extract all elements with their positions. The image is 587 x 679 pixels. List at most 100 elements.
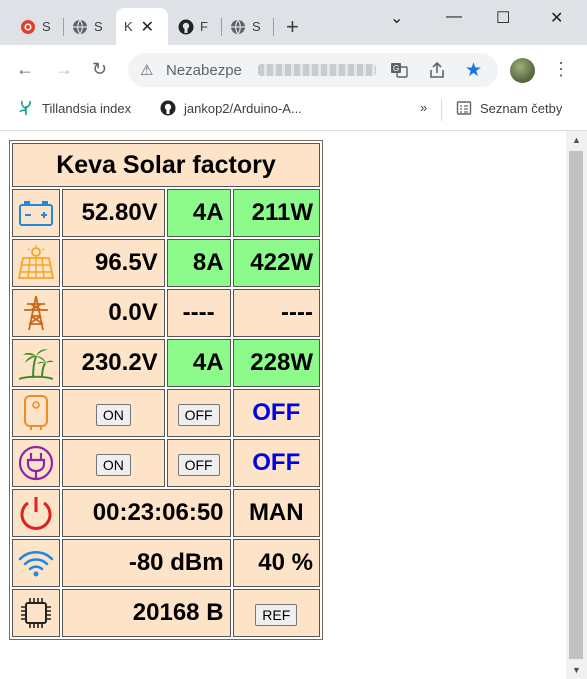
bookmark-star-icon[interactable]: ★ [465,59,482,82]
pv-power: 422W [232,239,320,287]
tab-4[interactable]: F [170,8,222,45]
battery-icon [12,189,60,237]
page-content: Keva Solar factory 52.80V 4A 211W 96.5V … [0,131,566,679]
bookmark-tillandsia[interactable]: Tillandsia index [18,100,131,116]
table-row: 00:23:06:50 MAN [12,489,320,537]
security-label: Nezabezpe [166,62,242,79]
heater-on-button[interactable]: ON [95,404,131,426]
share-icon[interactable] [428,61,446,79]
bookmark-tillandsia-label: Tillandsia index [42,100,132,116]
wifi-quality: 40 % [232,539,320,587]
bookmark-arduino[interactable]: jankop2/Arduino-A... [160,100,302,116]
battery-current: 4A [166,189,231,237]
grid-power: ---- [232,289,320,337]
table-row: 20168 B REF [12,589,320,637]
tab-5-label: S [252,19,261,34]
output-voltage: 230.2V [62,339,165,387]
tab-search-icon[interactable]: ⌄ [390,8,403,28]
scroll-up-arrow-icon[interactable]: ▲ [572,135,581,145]
socket-state: OFF [232,439,320,487]
reload-icon[interactable]: ↻ [92,59,107,79]
globe-icon [230,19,246,35]
tab-2-label: S [94,19,103,34]
ref-cell: REF [232,589,320,637]
free-memory: 20168 B [62,589,231,637]
grid-current: ---- [166,289,231,337]
battery-voltage: 52.80V [62,189,165,237]
maximize-button[interactable]: ☐ [496,8,510,28]
warning-icon[interactable]: ⚠ [140,61,153,79]
table-row: 52.80V 4A 211W [12,189,320,237]
tab-3-label: K [124,19,133,34]
power-pylon-icon [12,289,60,337]
grid-voltage: 0.0V [62,289,165,337]
table-row: 230.2V 4A 228W [12,339,320,387]
bookmarks-more-button[interactable]: » [420,100,427,115]
globe-icon [72,19,88,35]
wifi-rssi: -80 dBm [62,539,231,587]
github-favicon-icon [178,19,194,35]
table-row: ON OFF OFF [12,439,320,487]
pv-current: 8A [166,239,231,287]
menu-kebab-icon[interactable]: ⋮ [552,59,570,80]
tab-strip: S S K ✕ F S + ⌄ — ☐ ✕ [0,0,587,45]
plug-icon [12,439,60,487]
toolbar: ← → ↻ ⚠ Nezabezpe G ★ ⋮ [0,45,587,95]
solar-panel-icon [12,239,60,287]
tab-3-active[interactable]: K ✕ [116,8,168,45]
heater-on-cell: ON [62,389,165,437]
mode: MAN [232,489,320,537]
output-power: 228W [232,339,320,387]
socket-off-cell: OFF [166,439,231,487]
heater-off-button[interactable]: OFF [177,404,220,426]
close-tab-icon[interactable]: ✕ [141,17,154,37]
reading-list-button[interactable]: Seznam četby [456,100,562,116]
uptime: 00:23:06:50 [62,489,231,537]
tab-1[interactable]: S [12,8,64,45]
chip-icon [12,589,60,637]
tab-5[interactable]: S [222,8,274,45]
tab-1-label: S [42,19,51,34]
scroll-down-arrow-icon[interactable]: ▼ [572,665,581,675]
reading-list-icon [456,100,472,116]
translate-icon[interactable]: G [390,61,408,79]
table-row: 0.0V ---- ---- [12,289,320,337]
heater-state: OFF [232,389,320,437]
wifi-icon [12,539,60,587]
svg-text:G: G [393,64,399,73]
address-bar[interactable]: ⚠ Nezabezpe G ★ [128,53,498,87]
tab-2[interactable]: S [64,8,116,45]
bookmark-arduino-label: jankop2/Arduino-A... [184,100,302,116]
forward-arrow-icon[interactable]: → [55,59,73,79]
palm-island-icon [12,339,60,387]
minimize-button[interactable]: — [446,8,462,26]
socket-off-button[interactable]: OFF [177,454,220,476]
divider [441,99,442,121]
table-row: ON OFF OFF [12,389,320,437]
socket-on-cell: ON [62,439,165,487]
solar-table: Keva Solar factory 52.80V 4A 211W 96.5V … [9,140,323,640]
github-icon [160,100,176,116]
table-row: 96.5V 8A 422W [12,239,320,287]
page-title: Keva Solar factory [12,143,320,187]
plant-icon [18,100,34,116]
heater-off-cell: OFF [166,389,231,437]
power-icon [12,489,60,537]
url-obscured [258,64,376,76]
new-tab-button[interactable]: + [286,16,299,38]
scroll-thumb[interactable] [569,151,583,659]
reading-list-label: Seznam četby [480,100,563,116]
ref-button[interactable]: REF [255,604,298,626]
output-current: 4A [166,339,231,387]
red-circle-favicon-icon [20,19,36,35]
avatar[interactable] [510,58,535,83]
table-row: -80 dBm 40 % [12,539,320,587]
back-arrow-icon[interactable]: ← [16,59,34,79]
water-heater-icon [12,389,60,437]
scrollbar[interactable]: ▲ ▼ [566,131,587,679]
socket-on-button[interactable]: ON [95,454,131,476]
tab-4-label: F [200,19,208,34]
close-window-button[interactable]: ✕ [550,8,563,28]
pv-voltage: 96.5V [62,239,165,287]
battery-power: 211W [232,189,320,237]
